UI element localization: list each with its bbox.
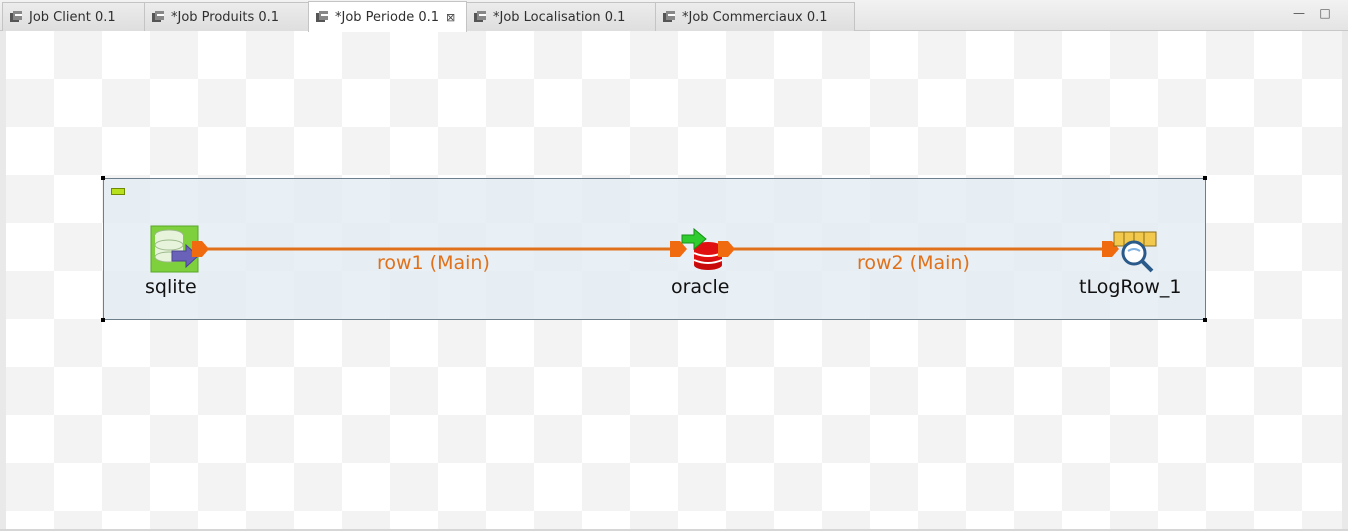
link-label-row2[interactable]: row2 (Main) <box>857 252 970 274</box>
link-label-row1[interactable]: row1 (Main) <box>377 252 490 274</box>
editor-tab-bar: Job Client 0.1 *Job Produits 0.1 *Job Pe… <box>0 0 1348 32</box>
tab-label: *Job Periode 0.1 <box>335 9 440 25</box>
tab-label: *Job Commerciaux 0.1 <box>682 9 828 25</box>
tab-job-localisation[interactable]: *Job Localisation 0.1 <box>466 2 656 31</box>
component-label-tlogrow[interactable]: tLogRow_1 <box>1079 276 1182 298</box>
job-icon <box>663 11 675 22</box>
sqlite-input-icon[interactable] <box>150 225 199 273</box>
component-label-sqlite[interactable]: sqlite <box>145 276 197 298</box>
right-border <box>1342 31 1348 531</box>
minimize-button[interactable]: — <box>1292 6 1306 20</box>
tab-job-client[interactable]: Job Client 0.1 <box>2 2 145 31</box>
tab-label: Job Client 0.1 <box>29 9 116 25</box>
output-connector-icon[interactable] <box>192 241 209 257</box>
maximize-button[interactable]: □ <box>1318 6 1332 20</box>
tab-job-commerciaux[interactable]: *Job Commerciaux 0.1 <box>655 2 855 31</box>
job-design-canvas[interactable]: sqlite oracle tLogRow_1 row1 (Main) row2… <box>6 31 1342 529</box>
close-icon[interactable]: ⊠ <box>446 11 455 24</box>
tab-label: *Job Produits 0.1 <box>171 9 280 25</box>
component-label-oracle[interactable]: oracle <box>671 276 730 298</box>
job-icon <box>152 11 164 22</box>
job-icon <box>316 11 328 22</box>
tab-label: *Job Localisation 0.1 <box>493 9 626 25</box>
job-icon <box>474 11 486 22</box>
tab-job-periode[interactable]: *Job Periode 0.1 ⊠ <box>308 1 467 32</box>
oracle-output-icon[interactable] <box>681 227 723 270</box>
tab-job-produits[interactable]: *Job Produits 0.1 <box>144 2 309 31</box>
output-connector-icon[interactable] <box>718 241 735 257</box>
logrow-icon[interactable] <box>1113 231 1157 273</box>
job-icon <box>10 11 22 22</box>
